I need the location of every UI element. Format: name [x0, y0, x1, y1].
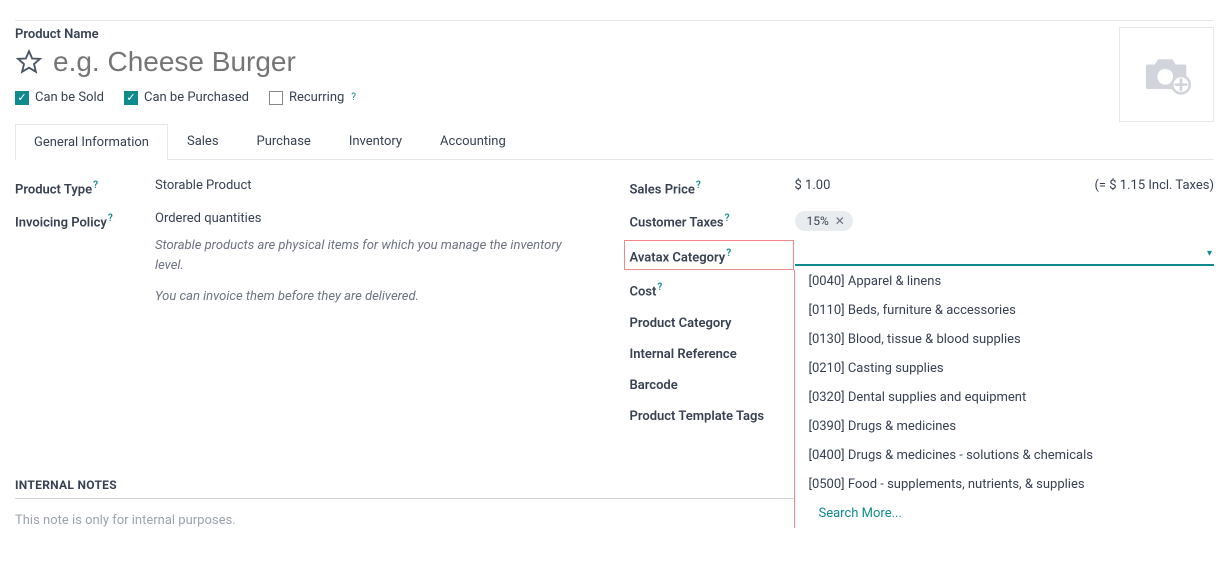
- product-type-value[interactable]: Storable Product: [155, 178, 600, 193]
- sales-price-value[interactable]: $ 1.00: [795, 178, 831, 193]
- tabs: General Information Sales Purchase Inven…: [15, 123, 1214, 160]
- recurring-checkbox[interactable]: Recurring ?: [269, 90, 356, 105]
- product-name-label: Product Name: [15, 27, 1119, 42]
- product-type-label: Product Type?: [15, 178, 155, 197]
- avatax-category-label: Avatax Category?: [630, 246, 795, 265]
- tab-accounting[interactable]: Accounting: [421, 123, 525, 159]
- tab-sales[interactable]: Sales: [168, 123, 238, 159]
- avatax-search-more[interactable]: Search More...: [795, 499, 1215, 528]
- invoicing-description-2: You can invoice them before they are del…: [155, 287, 580, 307]
- can-be-purchased-checkbox[interactable]: ✓ Can be Purchased: [124, 90, 249, 105]
- internal-reference-label: Internal Reference: [630, 345, 795, 362]
- sales-price-incl-taxes: (= $ 1.15 Incl. Taxes): [1094, 178, 1214, 193]
- product-name-input[interactable]: [53, 46, 553, 78]
- help-icon[interactable]: ?: [726, 248, 731, 259]
- cost-label: Cost?: [630, 280, 795, 299]
- avatax-option[interactable]: [0210] Casting supplies: [795, 354, 1215, 383]
- avatax-option[interactable]: [0500] Food - supplements, nutrients, & …: [795, 470, 1215, 499]
- tax-tag-label: 15%: [807, 214, 829, 228]
- sales-price-label: Sales Price?: [630, 178, 795, 197]
- avatax-option[interactable]: [0400] Drugs & medicines - solutions & c…: [795, 441, 1215, 470]
- avatax-option[interactable]: [0320] Dental supplies and equipment: [795, 383, 1215, 412]
- tab-general-information[interactable]: General Information: [15, 124, 168, 160]
- favorite-star-icon[interactable]: [15, 48, 43, 76]
- invoicing-description-1: Storable products are physical items for…: [155, 236, 580, 275]
- invoicing-policy-label: Invoicing Policy?: [15, 211, 155, 230]
- product-category-label: Product Category: [630, 314, 795, 331]
- help-icon[interactable]: ?: [696, 180, 701, 191]
- tab-purchase[interactable]: Purchase: [238, 123, 330, 159]
- customer-taxes-label: Customer Taxes?: [630, 211, 795, 230]
- tax-tag[interactable]: 15% ✕: [795, 211, 853, 231]
- can-be-sold-label: Can be Sold: [35, 90, 104, 105]
- help-icon[interactable]: ?: [725, 213, 730, 224]
- tab-inventory[interactable]: Inventory: [330, 123, 421, 159]
- recurring-label: Recurring: [289, 90, 344, 105]
- check-icon: ✓: [15, 91, 29, 105]
- camera-add-icon: [1139, 47, 1195, 103]
- invoicing-policy-value[interactable]: Ordered quantities: [155, 211, 600, 226]
- can-be-purchased-label: Can be Purchased: [144, 90, 249, 105]
- help-icon[interactable]: ?: [351, 92, 356, 103]
- barcode-label: Barcode: [630, 376, 795, 393]
- avatax-option[interactable]: [0130] Blood, tissue & blood supplies: [795, 325, 1215, 354]
- help-icon[interactable]: ?: [93, 180, 98, 191]
- can-be-sold-checkbox[interactable]: ✓ Can be Sold: [15, 90, 104, 105]
- product-image-upload[interactable]: [1119, 27, 1214, 122]
- product-template-tags-label: Product Template Tags: [630, 407, 795, 424]
- help-icon[interactable]: ?: [657, 282, 662, 293]
- avatax-dropdown: [0040] Apparel & linens [0110] Beds, fur…: [795, 267, 1215, 528]
- check-icon: [269, 91, 283, 105]
- avatax-option[interactable]: [0390] Drugs & medicines: [795, 412, 1215, 441]
- top-divider: [15, 20, 1214, 21]
- help-icon[interactable]: ?: [108, 213, 113, 224]
- avatax-option[interactable]: [0110] Beds, furniture & accessories: [795, 296, 1215, 325]
- avatax-option[interactable]: [0040] Apparel & linens: [795, 267, 1215, 296]
- remove-tag-icon[interactable]: ✕: [835, 214, 845, 228]
- check-icon: ✓: [124, 91, 138, 105]
- avatax-category-input[interactable]: [795, 245, 1215, 266]
